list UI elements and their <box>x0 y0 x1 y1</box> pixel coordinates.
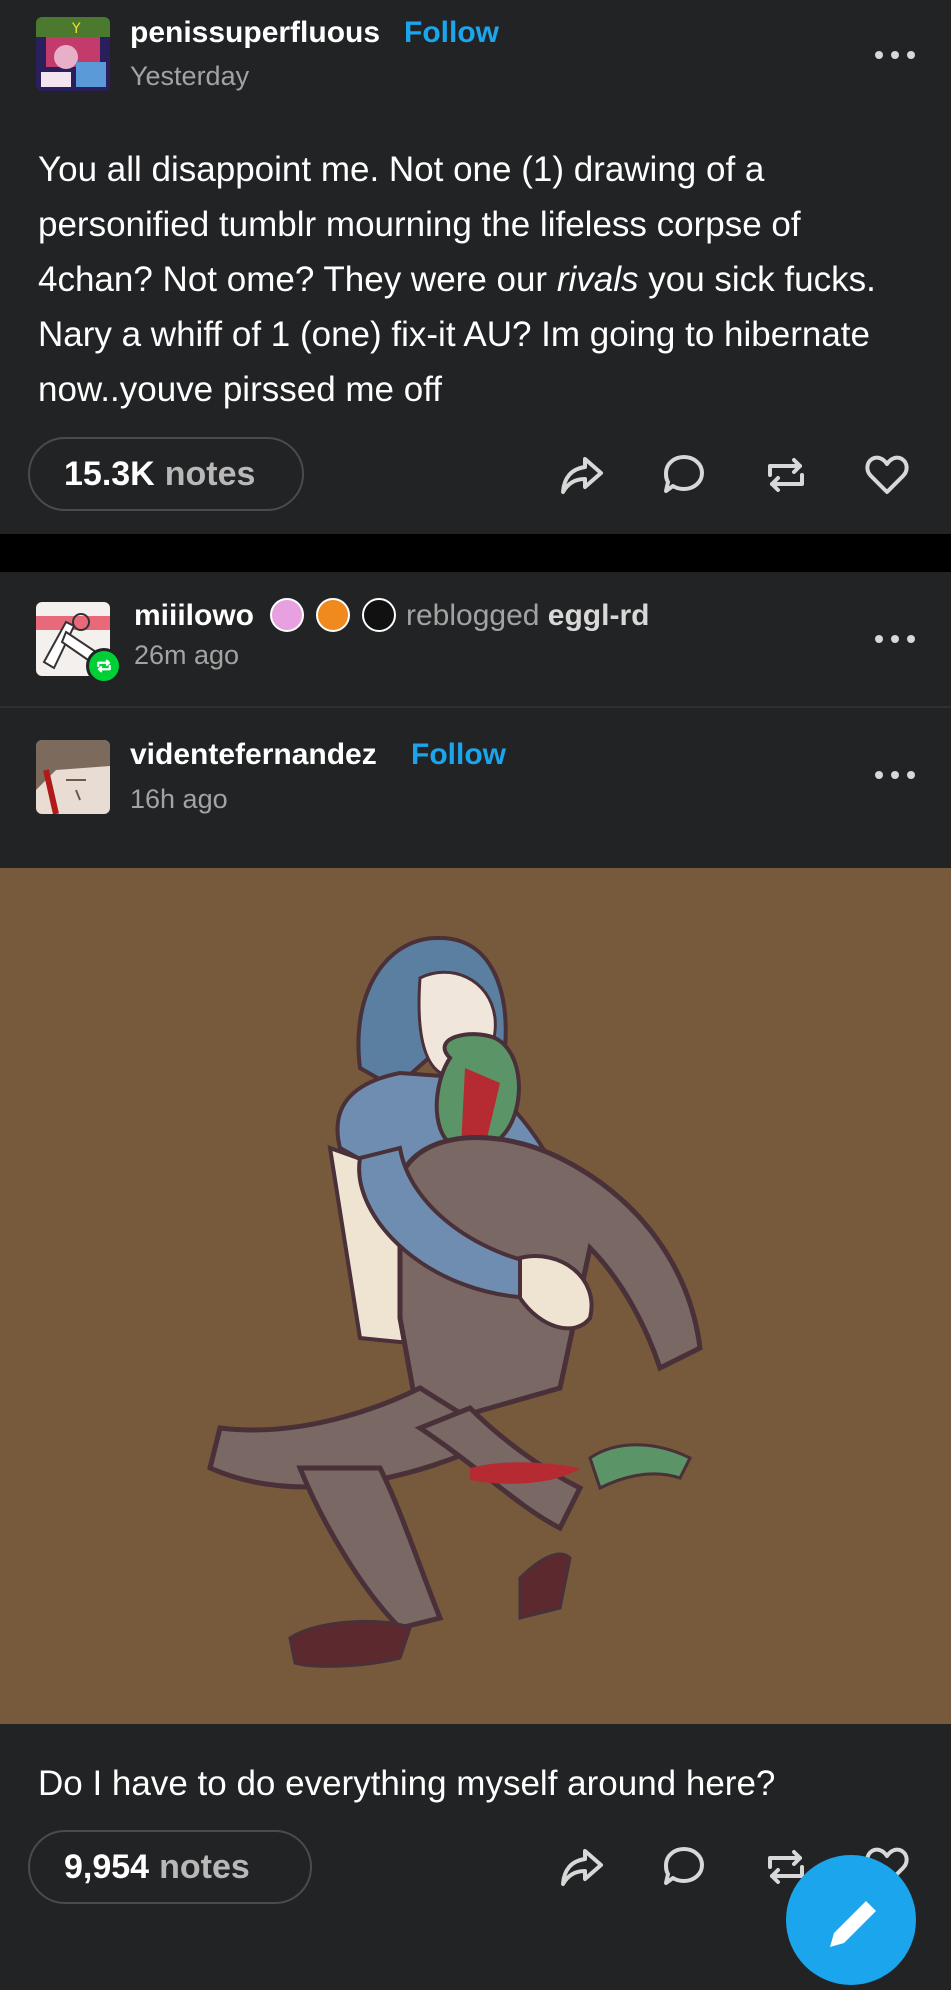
notes-label: notes <box>164 454 256 493</box>
post-videntefernandez: miiilowo reblogged eggl-rd 26m ago viden… <box>0 572 951 1920</box>
post-username[interactable]: videntefernandez <box>130 738 377 772</box>
paw-badge-icon <box>316 598 350 632</box>
post-body-text: You all disappoint me. Not one (1) drawi… <box>38 150 876 409</box>
svg-text:Y: Y <box>71 21 81 37</box>
reblog-badge-icon <box>86 648 122 684</box>
reblog-timestamp: 26m ago <box>134 640 240 670</box>
avatar[interactable]: Y <box>36 17 110 91</box>
share-icon[interactable] <box>557 1842 607 1892</box>
more-horizontal-icon[interactable] <box>875 48 915 62</box>
italic-word: rivals <box>556 260 639 299</box>
more-horizontal-icon[interactable] <box>875 768 915 782</box>
reblogger-username[interactable]: miiilowo <box>134 599 254 633</box>
notes-button[interactable]: 9,954 notes <box>28 1830 312 1904</box>
post-image[interactable] <box>0 868 951 1724</box>
follow-button[interactable]: Follow <box>404 16 499 50</box>
post-penissuperfluous: Y penissuperfluous Follow Yesterday You … <box>0 0 951 534</box>
paw-badge-icon <box>362 598 396 632</box>
notes-count: 9,954 <box>64 1847 150 1886</box>
post-username[interactable]: penissuperfluous <box>130 16 380 50</box>
reply-icon[interactable] <box>659 450 709 500</box>
share-icon[interactable] <box>557 450 607 500</box>
post-separator <box>0 534 951 572</box>
avatar[interactable] <box>36 740 110 814</box>
notes-button[interactable]: 15.3K notes <box>28 437 304 511</box>
paw-badge-icon <box>270 598 304 632</box>
reply-icon[interactable] <box>659 1842 709 1892</box>
reblog-icon[interactable] <box>761 450 811 500</box>
post-timestamp: Yesterday <box>130 61 250 91</box>
pencil-icon <box>830 1901 876 1947</box>
post-timestamp: 16h ago <box>130 784 228 814</box>
follow-button[interactable]: Follow <box>411 738 506 772</box>
post-header: Y penissuperfluous Follow Yesterday <box>0 0 951 100</box>
more-horizontal-icon[interactable] <box>875 632 915 646</box>
compose-button[interactable] <box>786 1855 916 1985</box>
heart-icon[interactable] <box>862 450 912 500</box>
notes-label: notes <box>159 1847 250 1886</box>
notes-count: 15.3K <box>64 454 155 493</box>
reblogged-from-text: reblogged eggl-rd <box>406 599 650 632</box>
reblog-header: miiilowo reblogged eggl-rd 26m ago <box>0 572 951 706</box>
post-header: videntefernandez Follow 16h ago <box>0 708 951 814</box>
reblog-source-link[interactable]: eggl-rd <box>548 599 650 632</box>
post-body-text: Do I have to do everything myself around… <box>38 1764 776 1803</box>
